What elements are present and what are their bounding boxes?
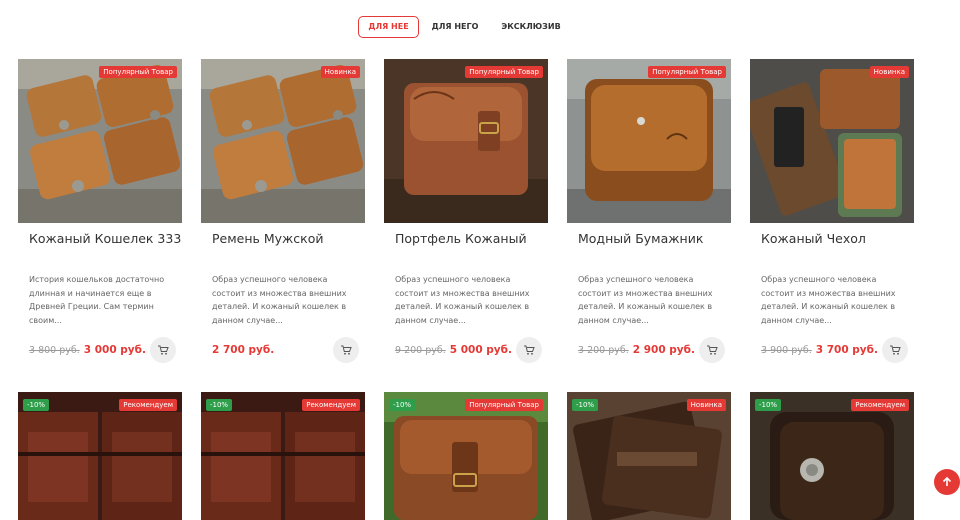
discount-badge: -10% [755,399,782,411]
old-price: 3 800 руб. [29,345,80,356]
old-price: 3 200 руб. [578,345,629,356]
product-image[interactable]: -10% Новинка [567,392,731,520]
product-description: Образ успешного человека состоит из множ… [761,275,896,325]
product-image[interactable]: -10% Рекомендуем [201,392,365,520]
add-to-cart-button[interactable] [150,337,176,363]
product-image[interactable]: Популярный Товар [18,59,182,223]
tab-for-her[interactable]: ДЛЯ НЕЕ [358,16,419,38]
product-description: Образ успешного человека состоит из множ… [212,275,347,325]
current-price: 3 000 руб. [83,344,146,356]
product-description: Образ успешного человека состоит из множ… [395,275,530,325]
popular-badge: Популярный Товар [648,66,726,78]
product-prices: 3 900 руб. 3 700 руб. [761,344,878,356]
old-price: 9 200 руб. [395,345,446,356]
product-title[interactable]: Кожаный Чехол [761,231,921,246]
scroll-to-top-button[interactable] [934,469,960,495]
product-card[interactable]: -10% Рекомендуем [201,392,365,520]
tab-exclusive[interactable]: ЭКСКЛЮЗИВ [495,16,567,38]
add-to-cart-button[interactable] [516,337,542,363]
cart-icon [707,345,718,355]
new-badge: Новинка [869,66,909,78]
new-badge: Новинка [320,66,360,78]
current-price: 2 900 руб. [632,344,695,356]
product-title[interactable]: Кожаный Кошелек 333 [29,231,189,246]
product-title[interactable]: Модный Бумажник [578,231,738,246]
popular-badge: Популярный Товар [465,66,543,78]
product-prices: 3 200 руб. 2 900 руб. [578,344,695,356]
product-image[interactable]: Новинка [750,59,914,223]
cart-icon [341,345,352,355]
product-title[interactable]: Портфель Кожаный [395,231,555,246]
recommended-badge: Рекомендуем [851,399,909,411]
add-to-cart-button[interactable] [882,337,908,363]
product-image[interactable]: -10% Рекомендуем [18,392,182,520]
cart-icon [524,345,535,355]
add-to-cart-button[interactable] [699,337,725,363]
product-description: Образ успешного человека состоит из множ… [578,275,713,325]
arrow-up-icon [942,476,952,486]
discount-badge: -10% [23,399,50,411]
cart-icon [158,345,169,355]
current-price: 2 700 руб. [212,344,275,356]
tab-for-him[interactable]: ДЛЯ НЕГО [426,16,484,38]
old-price: 3 900 руб. [761,345,812,356]
product-prices: 3 800 руб. 3 000 руб. [29,344,146,356]
discount-badge: -10% [389,399,416,411]
current-price: 5 000 руб. [449,344,512,356]
product-card[interactable]: -10% Рекомендуем [18,392,182,520]
new-badge: Новинка [686,399,726,411]
discount-badge: -10% [572,399,599,411]
product-image[interactable]: Популярный Товар [384,59,548,223]
product-title[interactable]: Ремень Мужской [212,231,372,246]
popular-badge: Популярный Товар [99,66,177,78]
current-price: 3 700 руб. [815,344,878,356]
product-image[interactable]: Новинка [201,59,365,223]
recommended-badge: Рекомендуем [119,399,177,411]
category-tabs: ДЛЯ НЕЕ ДЛЯ НЕГО ЭКСКЛЮЗИВ [0,16,960,38]
product-card[interactable]: -10% Рекомендуем [750,392,914,520]
product-card[interactable]: -10% Новинка [567,392,731,520]
product-card[interactable]: -10% Популярный Товар [384,392,548,520]
product-description: История кошельков достаточно длинная и н… [29,275,165,325]
recommended-badge: Рекомендуем [302,399,360,411]
product-image[interactable]: -10% Популярный Товар [384,392,548,520]
product-image[interactable]: -10% Рекомендуем [750,392,914,520]
product-image[interactable]: Популярный Товар [567,59,731,223]
product-prices: 9 200 руб. 5 000 руб. [395,344,512,356]
product-prices: 2 700 руб. [212,344,274,356]
cart-icon [890,345,901,355]
add-to-cart-button[interactable] [333,337,359,363]
discount-badge: -10% [206,399,233,411]
popular-badge: Популярный Товар [465,399,543,411]
